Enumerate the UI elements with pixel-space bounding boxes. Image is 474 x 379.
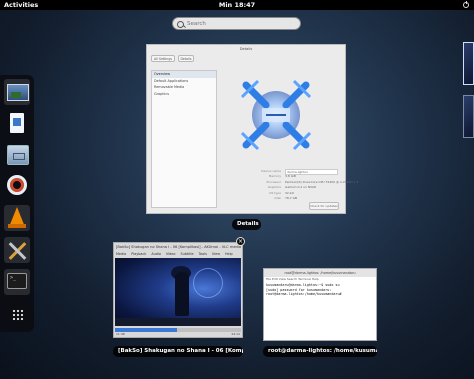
check-updates-button[interactable]: Check for updates [309,202,339,210]
sidebar-item-graphics[interactable]: Graphics [152,91,216,98]
vlc-window-title: [BakSo] Shakugan no Shana I - 06 [Kompli… [116,245,242,249]
terminal-line: root@darma-lightos:/home/kusumandaru# [266,292,344,297]
dash-item-show-applications[interactable] [4,302,30,328]
details-sidebar-list: Overview Default Applications Removable … [151,70,217,208]
vlc-window-caption[interactable]: [BakSo] Shakugan no Shana I - 06 [Kompli… [113,346,243,357]
details-window-title: Details [239,47,253,51]
terminal-icon: >_ [7,273,27,289]
workspace-thumbnail-1[interactable] [463,42,474,85]
dash-item-help[interactable] [4,172,30,198]
document-viewer-icon [10,113,24,133]
sidebar-item-overview[interactable]: Overview [152,71,216,78]
vlc-menubar: Media Playback Audio Video Subtitle Tools View… [116,251,238,257]
menu-tools[interactable]: Tools [199,252,207,256]
files-icon [7,145,29,165]
show-applications-icon [12,309,24,321]
video-frame[interactable] [115,258,241,326]
power-icon[interactable] [463,1,469,8]
menu-subtitle[interactable]: Subtitle [180,252,193,256]
dash-item-terminal[interactable]: >_ [4,269,30,295]
terminal-window-caption[interactable]: root@darma-lightos: /home/kusumand... [263,346,377,357]
menu-media[interactable]: Media [116,252,126,256]
vlc-icon [8,207,26,228]
menu-audio[interactable]: Audio [151,252,161,256]
clock[interactable]: Min 18:47 [0,0,474,10]
dash-item-files[interactable] [4,141,30,167]
term-menu-search[interactable]: Search [287,277,297,281]
dash-item-system-settings[interactable] [4,237,30,263]
search-box[interactable] [172,17,301,30]
workspace-thumbnail-2[interactable] [463,95,474,138]
term-menu-help[interactable]: Help [312,277,319,281]
disk-label: Disk [274,195,281,200]
dash-item-document-viewer[interactable] [4,110,30,136]
details-breadcrumb-button[interactable]: Details [178,55,194,62]
distro-logo-icon [240,79,312,151]
disk-value: 78,7 GB [285,195,298,200]
photos-icon [7,84,29,101]
term-menu-edit[interactable]: Edit [272,277,278,281]
sidebar-item-default-applications[interactable]: Default Applications [152,78,216,85]
terminal-window-title: root@darma-lightos: /home/kusumandaru [264,269,376,277]
terminal-line: kusumandaru@darma-lightos:~$ sudo su [266,283,340,287]
dash: >_ [0,75,34,332]
dash-item-photos[interactable] [4,79,30,105]
dash-item-vlc[interactable] [4,205,30,231]
menu-playback[interactable]: Playback [131,252,146,256]
vlc-controls: 11:48 24:12 [116,331,240,337]
system-settings-icon [7,240,27,260]
time-elapsed: 11:48 [116,332,125,336]
close-window-icon[interactable]: × [236,237,245,246]
menu-video[interactable]: Video [166,252,176,256]
sidebar-item-removable-media[interactable]: Removable Media [152,84,216,91]
search-icon [177,20,184,28]
term-menu-file[interactable]: File [266,277,271,281]
terminal-output[interactable]: kusumandaru@darma-lightos:~$ sudo su [sud… [266,283,344,297]
terminal-menubar: File Edit View Search Terminal Help [266,277,319,282]
menu-view[interactable]: View [212,252,220,256]
term-menu-view[interactable]: View [279,277,286,281]
terminal-window[interactable]: root@darma-lightos: /home/kusumandaru Fi… [263,268,377,341]
top-bar: Activities Min 18:47 [0,0,474,10]
help-icon [7,175,27,195]
search-input[interactable] [187,19,295,28]
time-total: 24:12 [231,332,240,336]
details-window[interactable]: Details All Settings Details Overview De… [146,44,358,214]
all-settings-button[interactable]: All Settings [151,55,175,62]
menu-help[interactable]: Help [225,252,233,256]
term-menu-terminal[interactable]: Terminal [298,277,311,281]
device-info-table: Device name darma-lightos Memory 3,8 GiB P… [231,169,358,201]
vlc-window[interactable]: [BakSo] Shakugan no Shana I - 06 [Kompli… [113,242,243,338]
details-window-caption[interactable]: Details [232,219,261,230]
